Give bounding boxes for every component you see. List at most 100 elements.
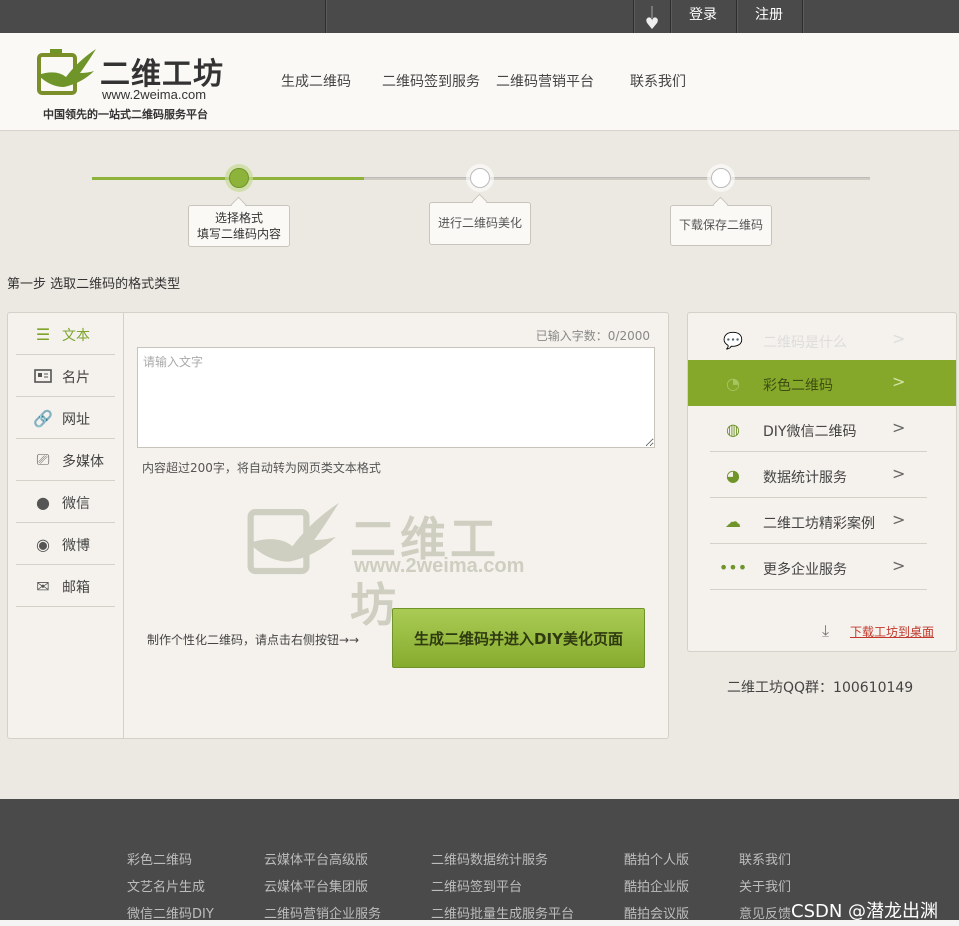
watermark-url: www.2weima.com xyxy=(354,555,525,577)
download-label: 下载工坊到桌面 xyxy=(850,625,935,639)
footer-link[interactable]: 云媒体平台高级版 xyxy=(264,847,381,874)
generate-diy-button[interactable]: 生成二维码并进入DIY美化页面 xyxy=(392,608,645,668)
format-tabs: ☰ 文本 名片 🔗 网址 ⎚ 多媒体 ● 微信 ◉ 微博 ✉ 邮箱 xyxy=(8,313,124,738)
step-1-line2: 填写二维码内容 xyxy=(196,227,281,241)
watermark-logo: 二维工坊 www.2weima.com xyxy=(246,499,546,632)
nav-item-generate[interactable]: 生成二维码 xyxy=(281,71,351,91)
menu-item-color-qr[interactable]: ◔ 彩色二维码 > xyxy=(688,360,956,406)
footer-link[interactable]: 彩色二维码 xyxy=(127,847,214,874)
step-3-dot xyxy=(711,168,731,188)
divider xyxy=(325,0,326,33)
download-icon: ⤓ xyxy=(822,621,830,640)
footer-link[interactable]: 酷拍个人版 xyxy=(624,847,689,874)
divider xyxy=(736,0,737,33)
step-2-box: 进行二维码美化 xyxy=(429,202,531,245)
footer-col-about: 联系我们 关于我们 意见反馈 xyxy=(739,847,791,926)
text-input[interactable] xyxy=(137,347,655,448)
tab-label: 微博 xyxy=(62,538,90,554)
editor-panel: ☰ 文本 名片 🔗 网址 ⎚ 多媒体 ● 微信 ◉ 微博 ✉ 邮箱 已输入字数：… xyxy=(7,312,669,739)
menu-item-label: 二维码是什么 xyxy=(763,335,847,351)
tab-label: 名片 xyxy=(62,370,90,386)
menu-item-diy-wechat[interactable]: ◍ DIY微信二维码 > xyxy=(710,406,927,452)
globe-icon: ◍ xyxy=(726,419,740,439)
length-hint: 内容超过200字，将自动转为网页类文本格式 xyxy=(142,461,381,475)
step-2-dot xyxy=(470,168,490,188)
menu-item-enterprise[interactable]: ••• 更多企业服务 > xyxy=(710,544,927,590)
register-link[interactable]: 注册 xyxy=(755,0,783,33)
logo-bird-icon xyxy=(37,49,96,95)
footer-link[interactable]: 关于我们 xyxy=(739,874,791,901)
nav-item-marketing[interactable]: 二维码营销平台 xyxy=(496,71,594,91)
chevron-right-icon: > xyxy=(892,556,906,575)
menu-item-label: 彩色二维码 xyxy=(763,378,833,394)
tab-card[interactable]: 名片 xyxy=(16,355,115,397)
step-progress-fill xyxy=(92,177,364,180)
step-3-box: 下载保存二维码 xyxy=(670,205,772,246)
bottom-strip xyxy=(0,920,959,926)
watermark-bird-icon xyxy=(247,502,339,575)
footer-link[interactable]: 文艺名片生成 xyxy=(127,874,214,901)
menu-item-stats[interactable]: ◕ 数据统计服务 > xyxy=(710,452,927,498)
media-icon: ⎚ xyxy=(36,450,50,469)
site-logo[interactable]: 二维工坊 www.2weima.com 中国领先的一站式二维码服务平台 xyxy=(36,45,236,125)
more-icon: ••• xyxy=(718,557,748,577)
mail-icon: ✉ xyxy=(36,576,50,596)
weibo-icon: ◉ xyxy=(36,534,50,554)
heart-icon[interactable]: ♥ xyxy=(641,6,663,33)
tab-label: 邮箱 xyxy=(62,580,90,596)
tab-label: 微信 xyxy=(62,496,90,512)
footer-col-cloud: 云媒体平台高级版 云媒体平台集团版 二维码营销企业服务 xyxy=(264,847,381,926)
footer-link[interactable]: 二维码签到平台 xyxy=(431,874,574,901)
tab-url[interactable]: 🔗 网址 xyxy=(16,397,115,439)
download-desktop-link[interactable]: ⤓ 下载工坊到桌面 xyxy=(822,621,934,641)
divider xyxy=(633,0,634,33)
tab-wechat[interactable]: ● 微信 xyxy=(16,481,115,523)
divider xyxy=(670,0,671,33)
menu-item-label: 更多企业服务 xyxy=(763,562,847,578)
menu-item-what-is-qr[interactable]: 💬 二维码是什么 > xyxy=(710,317,927,363)
site-header: 二维工坊 www.2weima.com 中国领先的一站式二维码服务平台 生成二维… xyxy=(0,33,959,131)
login-link[interactable]: 登录 xyxy=(689,0,717,33)
divider xyxy=(802,0,803,33)
chevron-right-icon: > xyxy=(892,510,906,529)
chevron-right-icon: > xyxy=(892,329,906,348)
services-panel: 💬 二维码是什么 > ◔ 彩色二维码 > ◍ DIY微信二维码 > ◕ 数据统计… xyxy=(687,312,957,652)
step-2-label: 进行二维码美化 xyxy=(437,216,522,230)
tab-mail[interactable]: ✉ 邮箱 xyxy=(16,565,115,607)
chevron-right-icon: > xyxy=(892,372,906,391)
pie-chart-icon: ◕ xyxy=(726,465,740,485)
step-1-line1: 选择格式 xyxy=(214,211,263,225)
tab-label: 网址 xyxy=(62,412,90,428)
chat-icon: 💬 xyxy=(723,330,743,350)
palette-icon: ◔ xyxy=(726,373,740,393)
footer-link[interactable]: 酷拍企业版 xyxy=(624,874,689,901)
card-icon xyxy=(32,365,54,387)
wechat-icon: ● xyxy=(36,492,50,512)
tab-weibo[interactable]: ◉ 微博 xyxy=(16,523,115,565)
tab-label: 多媒体 xyxy=(62,454,104,470)
chevron-right-icon: > xyxy=(892,464,906,483)
footer-col-services: 二维码数据统计服务 二维码签到平台 二维码批量生成服务平台 xyxy=(431,847,574,926)
tab-label: 文本 xyxy=(62,328,90,344)
footer-link[interactable]: 云媒体平台集团版 xyxy=(264,874,381,901)
menu-item-cases[interactable]: ☁ 二维工坊精彩案例 > xyxy=(710,498,927,544)
step-1-box: 选择格式 填写二维码内容 xyxy=(188,205,290,247)
footer-col-products: 彩色二维码 文艺名片生成 微信二维码DIY xyxy=(127,847,214,926)
cta-note: 制作个性化二维码，请点击右侧按钮→→ xyxy=(147,633,360,647)
top-bar: ♥ 登录 注册 xyxy=(0,0,959,33)
nav-item-contact[interactable]: 联系我们 xyxy=(630,71,686,91)
nav-item-checkin[interactable]: 二维码签到服务 xyxy=(382,71,480,91)
logo-slogan: 中国领先的一站式二维码服务平台 xyxy=(43,108,208,121)
step-heading: 第一步 选取二维码的格式类型 xyxy=(7,277,181,292)
cloud-icon: ☁ xyxy=(725,511,741,531)
menu-item-label: 数据统计服务 xyxy=(763,470,847,486)
menu-item-label: DIY微信二维码 xyxy=(763,424,857,440)
footer-link[interactable]: 联系我们 xyxy=(739,847,791,874)
char-count: 已输入字数：0/2000 xyxy=(535,329,650,343)
tab-text[interactable]: ☰ 文本 xyxy=(16,313,115,355)
footer-link[interactable]: 二维码数据统计服务 xyxy=(431,847,574,874)
footer-col-kupai: 酷拍个人版 酷拍企业版 酷拍会议版 xyxy=(624,847,689,926)
menu-item-label: 二维工坊精彩案例 xyxy=(763,516,875,532)
tab-media[interactable]: ⎚ 多媒体 xyxy=(16,439,115,481)
logo-url: www.2weima.com xyxy=(102,87,207,102)
